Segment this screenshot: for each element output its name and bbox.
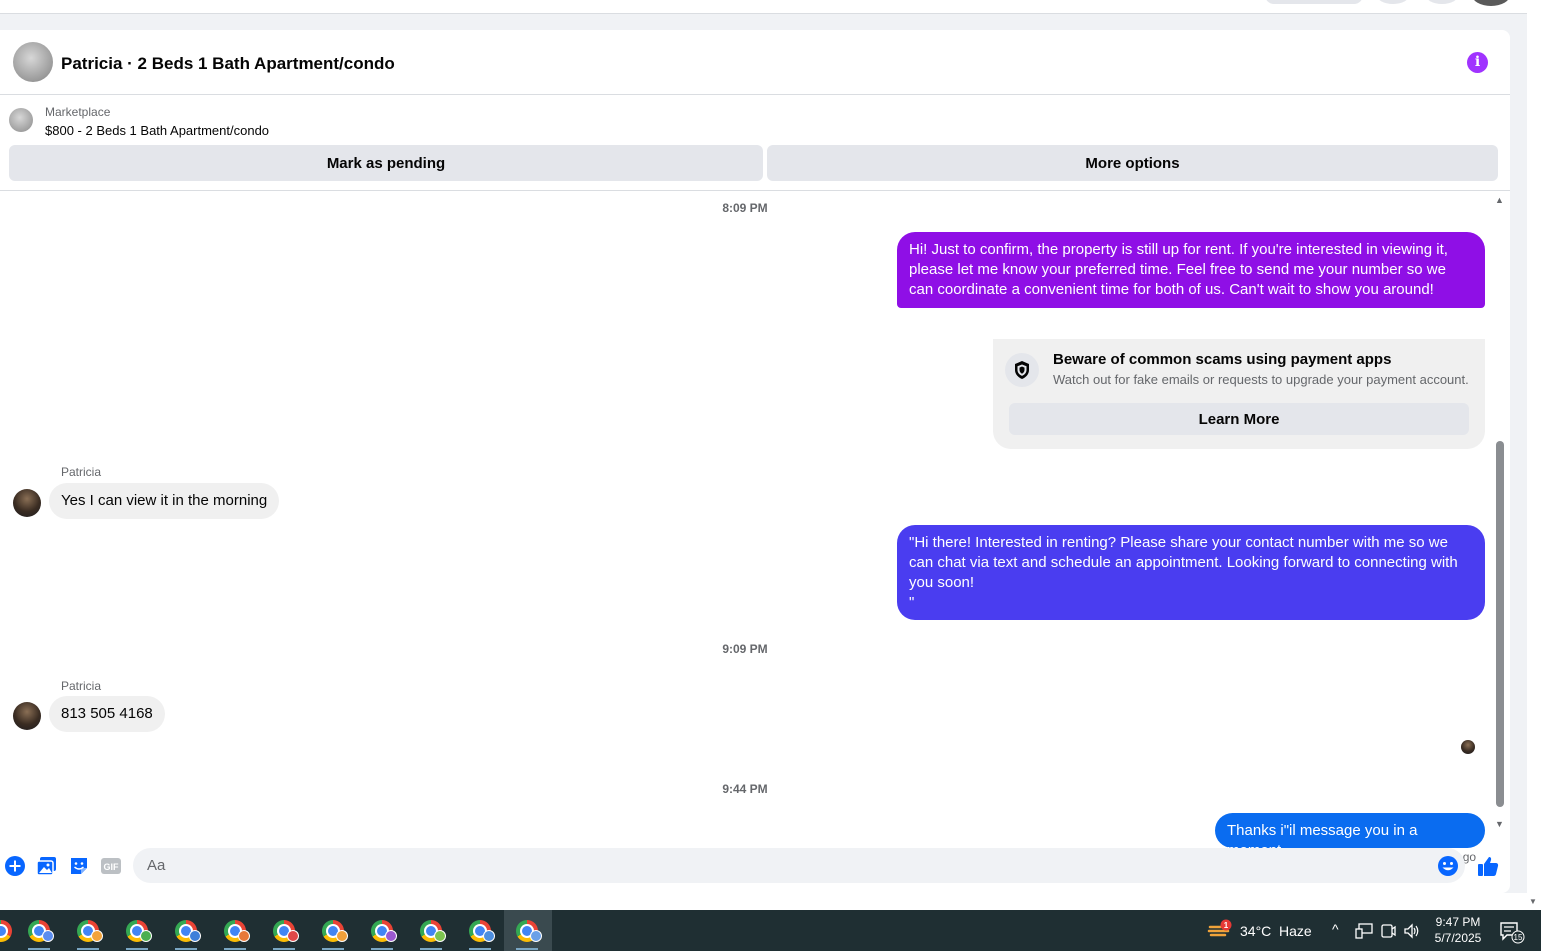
horizontal-scrollbar[interactable]: ▼ [0, 893, 1537, 910]
top-navigation-strip [0, 0, 1527, 14]
taskbar-chrome-app[interactable] [16, 910, 62, 951]
menu-icon[interactable] [1376, 0, 1410, 4]
profile-badge-icon [42, 930, 54, 942]
scam-warning-card: Beware of common scams using payment app… [993, 339, 1485, 449]
shield-icon [1005, 353, 1039, 387]
network-icon[interactable] [1355, 923, 1373, 942]
warning-subtitle: Watch out for fake emails or requests to… [1053, 372, 1469, 387]
page-scroll-gutter [1527, 0, 1541, 910]
more-options-button[interactable]: More options [767, 145, 1498, 181]
profile-badge-icon [287, 930, 299, 942]
listing-thumbnail[interactable] [9, 108, 33, 132]
meet-now-icon[interactable] [1380, 923, 1396, 942]
profile-badge-icon [483, 930, 495, 942]
taskbar-chrome-app[interactable] [310, 910, 356, 951]
mark-as-pending-button[interactable]: Mark as pending [9, 145, 763, 181]
gif-label: GIF [104, 862, 120, 872]
marketplace-label: Marketplace [45, 105, 111, 119]
marketplace-listing-bar: Marketplace $800 - 2 Beds 1 Bath Apartme… [0, 95, 1510, 191]
chat-avatar[interactable] [13, 42, 53, 82]
warning-title: Beware of common scams using payment app… [1053, 351, 1392, 368]
chat-title[interactable]: Patricia · 2 Beds 1 Bath Apartment/condo [61, 54, 395, 74]
chat-scrollbar[interactable]: ▲ ▼ [1494, 195, 1506, 835]
weather-temperature[interactable]: 34°C [1240, 923, 1271, 939]
sender-avatar[interactable] [13, 489, 41, 517]
message-thread: 8:09 PM Hi! Just to confirm, the propert… [0, 191, 1510, 864]
system-clock[interactable]: 9:47 PM 5/7/2025 [1428, 914, 1488, 946]
plus-icon[interactable] [4, 855, 26, 877]
scroll-up-arrow-icon[interactable]: ▲ [1495, 195, 1504, 205]
info-icon[interactable]: i [1467, 52, 1488, 73]
chat-window: Patricia · 2 Beds 1 Bath Apartment/condo… [0, 30, 1510, 893]
notification-count: 15 [1514, 933, 1523, 942]
chevron-up-icon[interactable]: ^ [1332, 921, 1339, 937]
taskbar-chrome-app[interactable] [261, 910, 307, 951]
listing-title[interactable]: $800 - 2 Beds 1 Bath Apartment/condo [45, 123, 269, 138]
volume-icon[interactable] [1403, 923, 1421, 942]
profile-badge-icon [336, 930, 348, 942]
running-indicator [77, 948, 99, 950]
taskbar-chrome-app[interactable] [163, 910, 209, 951]
running-indicator [126, 948, 148, 950]
sent-message[interactable]: Hi! Just to confirm, the property is sti… [897, 232, 1485, 308]
clock-time: 9:47 PM [1435, 915, 1481, 929]
sender-name: Patricia [61, 679, 102, 693]
chat-header: Patricia · 2 Beds 1 Bath Apartment/condo… [0, 30, 1510, 95]
profile-badge-icon [385, 930, 397, 942]
weather-alert-count: 1 [1224, 921, 1229, 930]
weather-description[interactable]: Haze [1279, 923, 1312, 939]
top-nav-pill[interactable] [1265, 0, 1363, 4]
running-indicator [469, 948, 491, 950]
profile-badge-icon [189, 930, 201, 942]
message-input[interactable] [133, 848, 1465, 883]
running-indicator [516, 948, 538, 950]
taskbar-chrome-app[interactable] [457, 910, 503, 951]
read-receipt-avatar [1461, 740, 1475, 754]
received-message[interactable]: Yes I can view it in the morning [49, 483, 280, 519]
profile-avatar[interactable] [1472, 0, 1510, 6]
received-message[interactable]: 813 505 4168 [49, 696, 165, 732]
emoji-icon[interactable] [1437, 855, 1459, 877]
message-composer: GIF [0, 841, 1510, 893]
taskbar-chrome-app[interactable] [114, 910, 160, 951]
profile-badge-icon [140, 930, 152, 942]
weather-icon[interactable]: 1 [1207, 919, 1233, 946]
running-indicator [28, 948, 50, 950]
taskbar-chrome-app[interactable] [359, 910, 405, 951]
timestamp: 8:09 PM [722, 201, 768, 215]
windows-taskbar: 1 34°C Haze ^ 9:47 PM 5/7/2025 15 [0, 910, 1541, 951]
taskbar-chrome-app-active[interactable] [504, 910, 552, 951]
profile-badge-icon [434, 930, 446, 942]
running-indicator [322, 948, 344, 950]
running-indicator [273, 948, 295, 950]
profile-badge-icon [530, 930, 542, 942]
sticker-icon[interactable] [68, 855, 90, 877]
running-indicator [224, 948, 246, 950]
scroll-down-arrow-icon[interactable]: ▼ [1529, 897, 1537, 906]
sender-name: Patricia [61, 465, 102, 479]
timestamp: 9:44 PM [722, 782, 768, 796]
learn-more-button[interactable]: Learn More [1009, 403, 1469, 435]
taskbar-chrome-app[interactable] [65, 910, 111, 951]
timestamp: 9:09 PM [722, 642, 768, 656]
clock-date: 5/7/2025 [1434, 931, 1482, 945]
taskbar-chrome-app[interactable] [408, 910, 454, 951]
sent-message[interactable]: "Hi there! Interested in renting? Please… [897, 525, 1485, 620]
running-indicator [371, 948, 393, 950]
running-indicator [420, 948, 442, 950]
chrome-icon [0, 920, 12, 942]
thumbs-up-icon[interactable] [1477, 855, 1499, 877]
sender-avatar[interactable] [13, 702, 41, 730]
photo-icon[interactable] [36, 855, 58, 877]
running-indicator [175, 948, 197, 950]
profile-badge-icon [238, 930, 250, 942]
taskbar-chrome-app[interactable] [212, 910, 258, 951]
profile-badge-icon [91, 930, 103, 942]
scroll-down-arrow-icon[interactable]: ▼ [1495, 819, 1504, 829]
gif-icon[interactable]: GIF [100, 855, 122, 877]
notifications-icon[interactable] [1425, 0, 1459, 4]
scrollbar-thumb[interactable] [1496, 441, 1504, 807]
notification-center-icon[interactable]: 15 [1499, 920, 1527, 947]
